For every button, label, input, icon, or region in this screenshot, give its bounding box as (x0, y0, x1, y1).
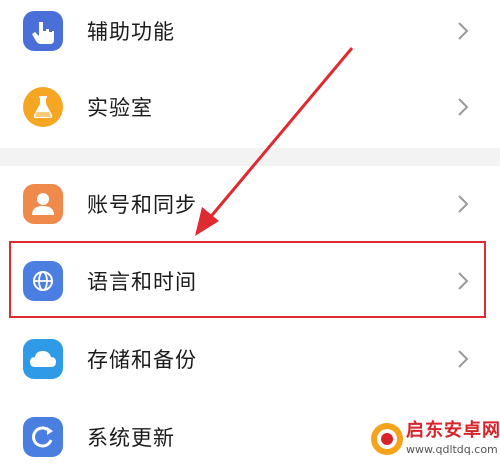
chevron-right-icon (456, 193, 470, 215)
settings-item-label: 系统更新 (87, 426, 175, 450)
watermark-logo-icon (370, 422, 404, 456)
settings-item-label: 账号和同步 (87, 193, 197, 217)
settings-item-label: 辅助功能 (87, 20, 175, 44)
hand-icon (23, 11, 63, 51)
watermark: 启东安卓网 www.qdltdq.com (370, 418, 500, 464)
settings-item-label: 实验室 (87, 96, 153, 120)
highlight-box (9, 241, 486, 318)
settings-item-account-sync[interactable]: 账号和同步 (0, 175, 500, 235)
section-divider (0, 148, 500, 166)
chevron-right-icon (456, 96, 470, 118)
cloud-icon (23, 339, 63, 379)
watermark-url: www.qdltdq.com (406, 443, 498, 456)
settings-item-label: 存储和备份 (87, 348, 197, 372)
chevron-right-icon (456, 348, 470, 370)
chevron-right-icon (456, 20, 470, 42)
person-icon (23, 184, 63, 224)
flask-icon (23, 87, 63, 127)
settings-item-lab[interactable]: 实验室 (0, 78, 500, 138)
settings-item-storage-backup[interactable]: 存储和备份 (0, 330, 500, 390)
settings-item-accessibility[interactable]: 辅助功能 (0, 2, 500, 62)
watermark-title: 启东安卓网 (406, 420, 500, 441)
refresh-icon (23, 417, 63, 457)
